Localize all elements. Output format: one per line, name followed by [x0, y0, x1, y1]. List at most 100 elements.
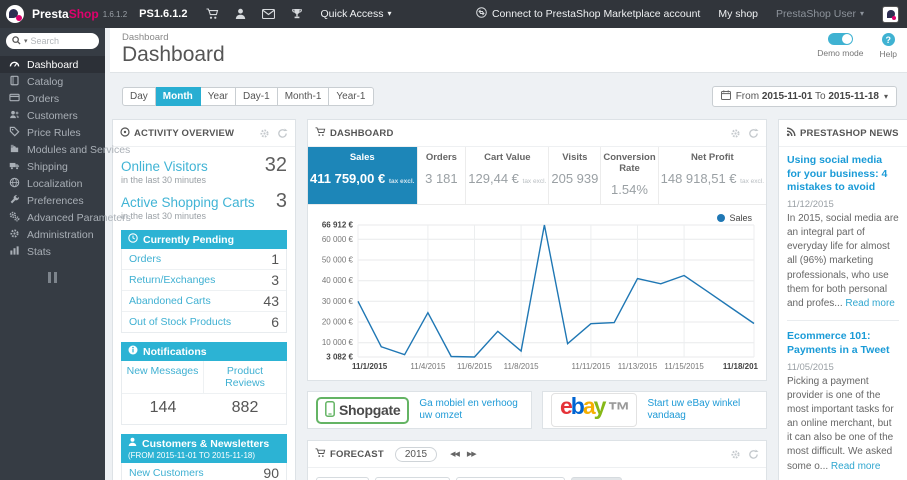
gears-icon: [9, 211, 20, 225]
sidebar-item-customers[interactable]: Customers: [0, 107, 105, 124]
read-more-link[interactable]: Read more: [831, 461, 880, 472]
sidebar-item-advanced-parameters[interactable]: Advanced Parameters: [0, 209, 131, 226]
customer-icon[interactable]: [235, 8, 246, 20]
collapse-menu-button[interactable]: [46, 272, 60, 283]
news-article-title[interactable]: Ecommerce 101: Payments in a Tweet: [787, 330, 899, 357]
ebay-ad[interactable]: ebay ™ Start uw eBay winkel vandaag: [542, 391, 767, 429]
notifications-header: Notifications: [121, 342, 287, 361]
prestashop-news-panel: PRESTASHOP NEWS Using social media for y…: [778, 119, 907, 480]
sidebar-item-orders[interactable]: Orders: [0, 90, 105, 107]
chevron-down-icon: ▾: [883, 91, 888, 101]
main-content: Dashboard Dashboard Demo mode ? Help Day…: [110, 28, 907, 480]
user-avatar[interactable]: [882, 5, 899, 23]
help-button[interactable]: ? Help: [880, 33, 897, 59]
ebay-logo: ebay ™: [551, 393, 638, 427]
toggle-icon[interactable]: [827, 33, 853, 45]
activity-icon: [120, 124, 130, 142]
range-month-1-button[interactable]: Month-1: [277, 87, 330, 106]
notifications-table: New Messages Product Reviews 144 882: [121, 361, 287, 425]
out-of-stock-link[interactable]: Out of Stock Products: [129, 316, 231, 328]
refresh-icon[interactable]: [748, 449, 759, 460]
new-messages-link[interactable]: New Messages: [122, 361, 204, 394]
user-menu[interactable]: PrestaShop User ▾: [776, 8, 864, 20]
gear-icon[interactable]: [259, 128, 270, 139]
kpi-tab-sales[interactable]: Sales 411 759,00 € tax excl.: [308, 147, 418, 204]
messages-icon[interactable]: [261, 9, 275, 19]
refresh-icon[interactable]: [748, 128, 759, 139]
kpi-tab-cart-value[interactable]: Cart Value 129,44 € tax excl.: [466, 147, 550, 204]
quick-access-menu[interactable]: Quick Access ▾: [321, 8, 392, 20]
phone-icon: [325, 400, 335, 420]
sidebar-item-price-rules[interactable]: Price Rules: [0, 124, 105, 141]
customers-rows: New Customers90 New Subscriptions18 Tota…: [121, 463, 287, 480]
shop-name[interactable]: PS1.6.1.2: [139, 8, 187, 20]
sidebar-search[interactable]: ▾: [6, 33, 99, 49]
marketplace-link[interactable]: Connect to PrestaShop Marketplace accoun…: [476, 7, 700, 21]
chart-legend[interactable]: Sales: [717, 213, 752, 223]
gear-icon[interactable]: [730, 449, 741, 460]
truck-icon: [9, 160, 20, 174]
svg-text:66 912 €: 66 912 €: [322, 221, 354, 230]
pending-rows: Orders 1 Return/Exchanges 3 Abandoned Cart…: [121, 249, 287, 333]
returns-link[interactable]: Return/Exchanges: [129, 274, 215, 286]
sidebar-item-dashboard[interactable]: Dashboard: [0, 56, 105, 73]
svg-text:20 000 €: 20 000 €: [322, 318, 354, 327]
my-shop-link[interactable]: My shop: [718, 8, 758, 20]
next-year-button[interactable]: ▶▶: [464, 448, 479, 460]
svg-text:11/11/2015: 11/11/2015: [571, 362, 610, 371]
shopgate-ad[interactable]: Shopgate Ga mobiel en verhoog uw omzet: [307, 391, 532, 429]
kpi-tab-orders[interactable]: Orders 3 181: [418, 147, 467, 204]
chevron-down-icon: ▾: [24, 37, 28, 45]
news-article-title[interactable]: Using social media for your business: 4 …: [787, 154, 899, 195]
date-range-picker[interactable]: From 2015-11-01 To 2015-11-18 ▾: [711, 86, 897, 107]
ebay-link[interactable]: Start uw eBay winkel vandaag: [647, 398, 758, 422]
sales-chart: Sales 3 082 € 10 000 € 20 000 € 30 000 € 40 …: [308, 205, 766, 380]
new-customers-link[interactable]: New Customers: [129, 467, 204, 479]
previous-year-button[interactable]: ◀◀: [447, 448, 462, 460]
search-input[interactable]: [30, 36, 87, 46]
sidebar-item-preferences[interactable]: Preferences: [0, 192, 105, 209]
customers-newsletters-header: Customers & Newsletters (FROM 2015-11-01…: [121, 434, 287, 463]
shopgate-link[interactable]: Ga mobiel en verhoog uw omzet: [419, 398, 523, 422]
demo-mode-toggle[interactable]: Demo mode: [817, 33, 864, 59]
breadcrumb[interactable]: Dashboard: [122, 32, 897, 43]
svg-text:11/8/2015: 11/8/2015: [504, 362, 540, 371]
svg-text:50 000 €: 50 000 €: [322, 256, 354, 265]
find-more-news-link[interactable]: Find more news: [787, 474, 899, 480]
refresh-icon[interactable]: [277, 128, 288, 139]
range-year-button[interactable]: Year: [200, 87, 237, 106]
svg-text:11/6/2015: 11/6/2015: [457, 362, 493, 371]
version-label: 1.6.1.2: [102, 9, 128, 19]
kpi-tab-conversion-rate[interactable]: Conversion Rate 1.54%: [601, 147, 659, 204]
orders-link[interactable]: Orders: [129, 253, 161, 265]
online-visitors-link[interactable]: Online Visitors: [121, 159, 208, 174]
sidebar-item-administration[interactable]: Administration: [0, 226, 105, 243]
sidebar-item-modules[interactable]: Modules and Services: [0, 141, 130, 158]
range-day-1-button[interactable]: Day-1: [236, 87, 278, 106]
news-article-excerpt: In 2015, social media are an integral pa…: [787, 212, 899, 310]
range-day-button[interactable]: Day: [122, 87, 156, 106]
panel-title: FORECAST: [330, 448, 384, 460]
active-carts-link[interactable]: Active Shopping Carts: [121, 195, 255, 210]
sidebar: ▾ Dashboard Catalog Orders Customers Pri…: [0, 28, 131, 480]
trophy-icon[interactable]: [291, 8, 303, 20]
kpi-tab-net-profit[interactable]: Net Profit 148 918,51 € tax excl.: [659, 147, 766, 204]
abandoned-carts-link[interactable]: Abandoned Carts: [129, 295, 211, 307]
read-more-link[interactable]: Read more: [845, 298, 894, 309]
product-reviews-link[interactable]: Product Reviews: [204, 361, 286, 394]
divider: [787, 320, 899, 322]
cart-icon[interactable]: [206, 8, 219, 20]
range-year-1-button[interactable]: Year-1: [329, 87, 374, 106]
filter-bar: Day Month Year Day-1 Month-1 Year-1 From…: [110, 73, 907, 117]
gear-icon[interactable]: [730, 128, 741, 139]
wrench-icon: [9, 194, 20, 208]
kpi-tabs: Sales 411 759,00 € tax excl. Orders 3 18…: [308, 147, 766, 205]
sidebar-item-shipping[interactable]: Shipping: [0, 158, 105, 175]
brand-name: PrestaShop: [32, 7, 99, 21]
svg-text:11/15/2015: 11/15/2015: [664, 362, 704, 371]
sidebar-item-localization[interactable]: Localization: [0, 175, 105, 192]
kpi-tab-visits[interactable]: Visits 205 939: [549, 147, 602, 204]
sidebar-item-catalog[interactable]: Catalog: [0, 73, 105, 90]
sidebar-item-stats[interactable]: Stats: [0, 243, 105, 260]
range-month-button[interactable]: Month: [155, 87, 201, 106]
